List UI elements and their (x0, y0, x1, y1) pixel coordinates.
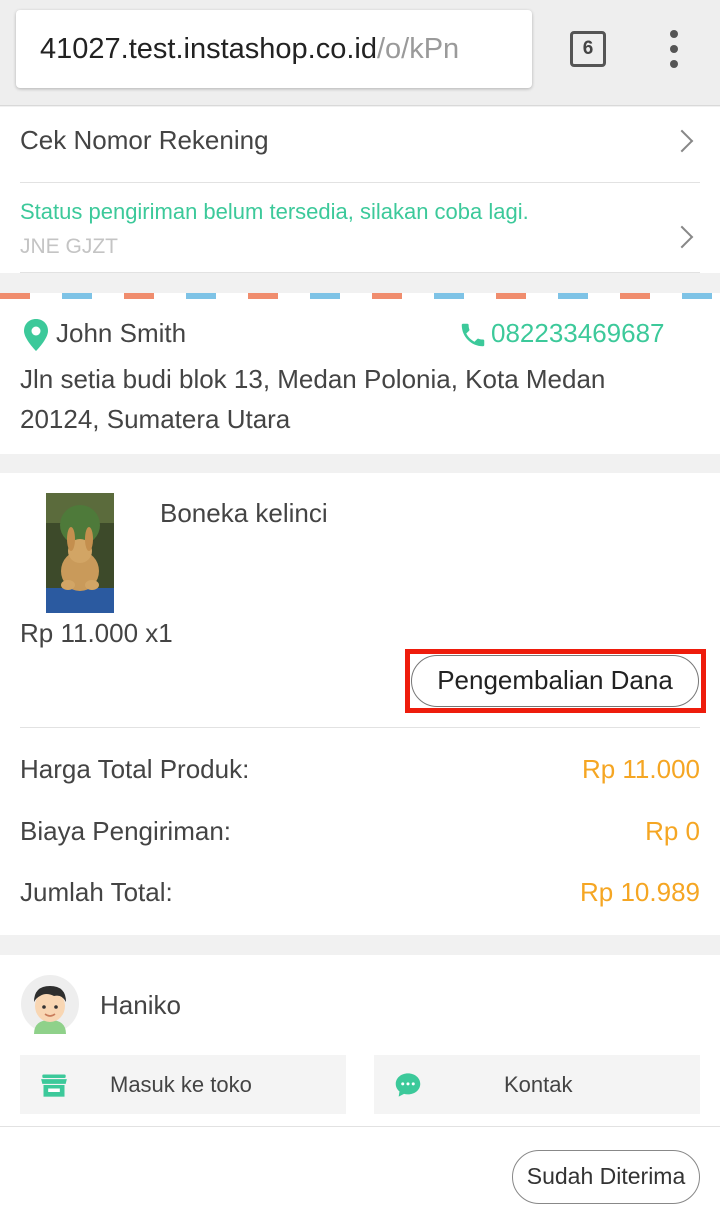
footer-divider (0, 1126, 720, 1127)
store-icon (41, 1074, 67, 1097)
shipping-cost-label: Biaya Pengiriman: (20, 816, 231, 846)
tab-switcher-button[interactable]: 6 (570, 31, 606, 67)
check-account-row[interactable]: Cek Nomor Rekening (0, 107, 720, 182)
total-product-price-value: Rp 11.000 (581, 754, 700, 784)
refund-button[interactable]: Pengembalian Dana (411, 655, 699, 707)
product-thumbnail[interactable] (46, 493, 114, 613)
chevron-right-icon (670, 129, 694, 153)
recipient-phone[interactable]: 082233469687 (491, 318, 665, 349)
order-status-section: Cek Nomor Rekening Status pengiriman bel… (0, 107, 720, 273)
check-account-label: Cek Nomor Rekening (20, 125, 269, 155)
airmail-border (0, 293, 720, 299)
order-received-button[interactable]: Sudah Diterima (512, 1150, 700, 1204)
recipient-name: John Smith (56, 318, 187, 348)
visit-store-button[interactable]: Masuk ke toko (20, 1055, 346, 1114)
browser-toolbar: 41027.test.instashop.co.id/o/kPn 6 (0, 0, 720, 106)
grand-total-value: Rp 10.989 (580, 877, 700, 907)
grand-total-label: Jumlah Total: (20, 877, 173, 907)
location-pin-icon (24, 319, 48, 351)
recipient-address: Jln setia budi blok 13, Medan Polonia, K… (20, 364, 606, 434)
divider (20, 727, 700, 728)
url-host: 41027.test.instashop.co.id (40, 33, 377, 65)
phone-icon (461, 323, 485, 347)
product-price-quantity: Rp 11.000 x1 (20, 618, 173, 648)
contact-label: Kontak (504, 1072, 573, 1097)
seller-name[interactable]: Haniko (100, 990, 181, 1021)
chevron-right-icon (670, 225, 694, 249)
total-product-price-label: Harga Total Produk: (20, 754, 250, 784)
chat-icon (395, 1073, 421, 1097)
more-vert-icon[interactable] (664, 30, 684, 68)
visit-store-label: Masuk ke toko (110, 1072, 252, 1097)
divider (20, 272, 700, 273)
contact-button[interactable]: Kontak (374, 1055, 700, 1114)
product-name[interactable]: Boneka kelinci (160, 498, 328, 529)
shipping-status-row[interactable]: Status pengiriman belum tersedia, silaka… (0, 183, 720, 273)
seller-avatar[interactable] (20, 974, 80, 1034)
shipping-cost-value: Rp 0 (645, 816, 700, 846)
url-path: /o/kPn (376, 33, 460, 65)
courier-code: JNE GJZT (20, 235, 118, 258)
address-bar[interactable]: 41027.test.instashop.co.id/o/kPn (16, 10, 532, 88)
shipping-status-text: Status pengiriman belum tersedia, silaka… (20, 199, 529, 224)
